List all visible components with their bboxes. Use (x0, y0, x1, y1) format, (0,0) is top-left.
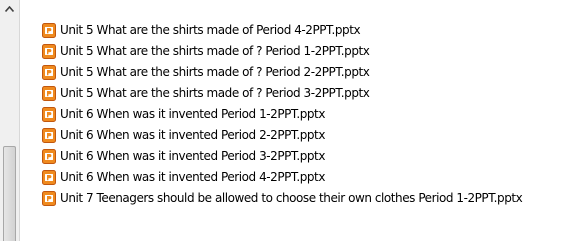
file-name: Unit 6 When was it invented Period 2-2PP… (60, 128, 325, 142)
file-name: Unit 7 Teenagers should be allowed to ch… (60, 191, 523, 205)
powerpoint-file-icon (42, 86, 56, 101)
file-list-item[interactable]: Unit 5 What are the shirts made of ? Per… (42, 83, 522, 104)
file-name: Unit 5 What are the shirts made of ? Per… (60, 44, 370, 58)
file-list-item[interactable]: Unit 7 Teenagers should be allowed to ch… (42, 188, 523, 209)
file-list-item[interactable]: Unit 6 When was it invented Period 3-2PP… (42, 146, 522, 167)
powerpoint-file-icon (42, 107, 56, 122)
file-list: Unit 5 What are the shirts made of Perio… (42, 20, 523, 209)
vertical-scrollbar[interactable] (0, 0, 20, 241)
powerpoint-file-icon (42, 44, 56, 59)
powerpoint-file-icon (42, 149, 56, 164)
file-list-item[interactable]: Unit 5 What are the shirts made of Perio… (42, 20, 522, 41)
scroll-up-arrow-icon (5, 5, 14, 12)
file-list-item[interactable]: Unit 6 When was it invented Period 1-2PP… (42, 104, 522, 125)
file-list-item[interactable]: Unit 5 What are the shirts made of ? Per… (42, 41, 522, 62)
scroll-up-button[interactable] (0, 0, 19, 17)
file-name: Unit 5 What are the shirts made of ? Per… (60, 65, 370, 79)
file-list-item[interactable]: Unit 5 What are the shirts made of ? Per… (42, 62, 522, 83)
powerpoint-file-icon (42, 191, 56, 206)
file-name: Unit 5 What are the shirts made of ? Per… (60, 86, 370, 100)
powerpoint-file-icon (42, 170, 56, 185)
powerpoint-file-icon (42, 128, 56, 143)
file-name: Unit 5 What are the shirts made of Perio… (60, 23, 361, 37)
file-list-item[interactable]: Unit 6 When was it invented Period 4-2PP… (42, 167, 522, 188)
file-name: Unit 6 When was it invented Period 4-2PP… (60, 170, 325, 184)
scrollbar-thumb[interactable] (3, 146, 16, 241)
file-name: Unit 6 When was it invented Period 1-2PP… (60, 107, 325, 121)
powerpoint-file-icon (42, 23, 56, 38)
file-name: Unit 6 When was it invented Period 3-2PP… (60, 149, 325, 163)
powerpoint-file-icon (42, 65, 56, 80)
file-list-item[interactable]: Unit 6 When was it invented Period 2-2PP… (42, 125, 522, 146)
